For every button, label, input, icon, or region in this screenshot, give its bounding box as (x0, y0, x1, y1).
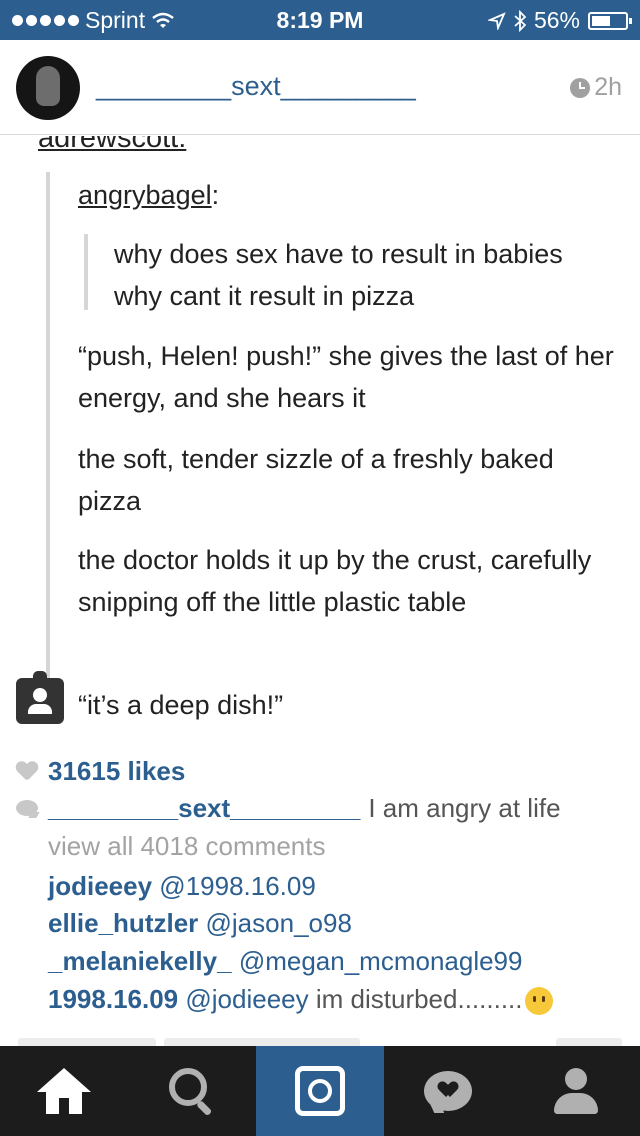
search-icon (167, 1066, 217, 1117)
caption-username[interactable]: _________sext_________ (48, 793, 360, 823)
comment-text: im disturbed......... (315, 984, 523, 1014)
tab-home[interactable] (0, 1046, 128, 1136)
quote-bar (46, 172, 50, 682)
tagged-people-icon[interactable] (16, 671, 64, 724)
clock-icon (570, 77, 591, 98)
bluetooth-icon (514, 9, 526, 32)
comment-mention[interactable]: @1998.16.09 (159, 871, 316, 901)
next-post-edge (18, 1038, 156, 1046)
battery-icon (588, 11, 632, 30)
tab-camera[interactable] (256, 1046, 384, 1136)
status-bar: Sprint 8:19 PM 56% (0, 0, 640, 40)
cut-off-username: adrewscott: (38, 136, 187, 154)
post-paragraph: the soft, tender sizzle of a freshly bak… (78, 444, 554, 516)
comment-username[interactable]: _melaniekelly_ (48, 946, 232, 976)
camera-icon (295, 1066, 345, 1116)
profile-icon (554, 1068, 598, 1114)
comment: _melaniekelly_ @megan_mcmonagle99 (48, 946, 522, 977)
comment: 1998.16.09 @jodieeey im disturbed.......… (48, 984, 553, 1016)
post-timestamp: 2h (570, 73, 622, 102)
status-indicators: 56% (487, 7, 632, 34)
bottom-tab-bar (0, 1046, 640, 1136)
home-icon (37, 1068, 91, 1114)
next-post-edge (164, 1038, 360, 1046)
tab-activity[interactable] (384, 1046, 512, 1136)
comment: jodieeey @1998.16.09 (48, 871, 316, 902)
likes-row[interactable]: 31615 likes (16, 756, 185, 787)
post-username[interactable]: _________sext_________ (96, 71, 416, 102)
heart-icon (16, 762, 38, 782)
quote-author: angrybagel: (78, 180, 220, 210)
comment-bubble-icon (16, 800, 38, 816)
activity-heart-bubble-icon (424, 1071, 472, 1111)
inner-quote-bar (84, 234, 88, 310)
caption: _________sext_________ I am angry at life (48, 793, 561, 824)
post-image[interactable]: adrewscott: angrybagel: why does sex hav… (0, 136, 640, 736)
comment-mention[interactable]: @jason_o98 (206, 908, 352, 938)
post-paragraph: “push, Helen! push!” she gives the last … (78, 341, 614, 413)
time-ago: 2h (594, 73, 622, 101)
post-header: _________sext_________ 2h (0, 40, 640, 135)
battery-percent: 56% (533, 7, 580, 33)
caption-text: I am angry at life (368, 793, 561, 823)
tab-profile[interactable] (512, 1046, 640, 1136)
post-paragraph: the doctor holds it up by the crust, car… (78, 545, 592, 617)
likes-count[interactable]: 31615 likes (48, 756, 185, 787)
avatar[interactable] (16, 56, 80, 120)
comment-mention[interactable]: @megan_mcmonagle99 (239, 946, 523, 976)
comment: ellie_hutzler @jason_o98 (48, 908, 352, 939)
comment-username[interactable]: ellie_hutzler (48, 908, 198, 938)
comment-username[interactable]: 1998.16.09 (48, 984, 178, 1014)
view-all-comments-link[interactable]: view all 4018 comments (48, 831, 325, 862)
post-paragraph: “it’s a deep dish!” (78, 690, 284, 720)
tab-search[interactable] (128, 1046, 256, 1136)
quote-text: why does sex have to result in babies wh… (114, 239, 563, 311)
comment-username[interactable]: jodieeey (48, 871, 152, 901)
next-post-edge (556, 1038, 622, 1046)
location-arrow-icon (487, 11, 506, 30)
hushed-face-emoji-icon (524, 987, 553, 1016)
comment-mention[interactable]: @jodieeey (185, 984, 308, 1014)
